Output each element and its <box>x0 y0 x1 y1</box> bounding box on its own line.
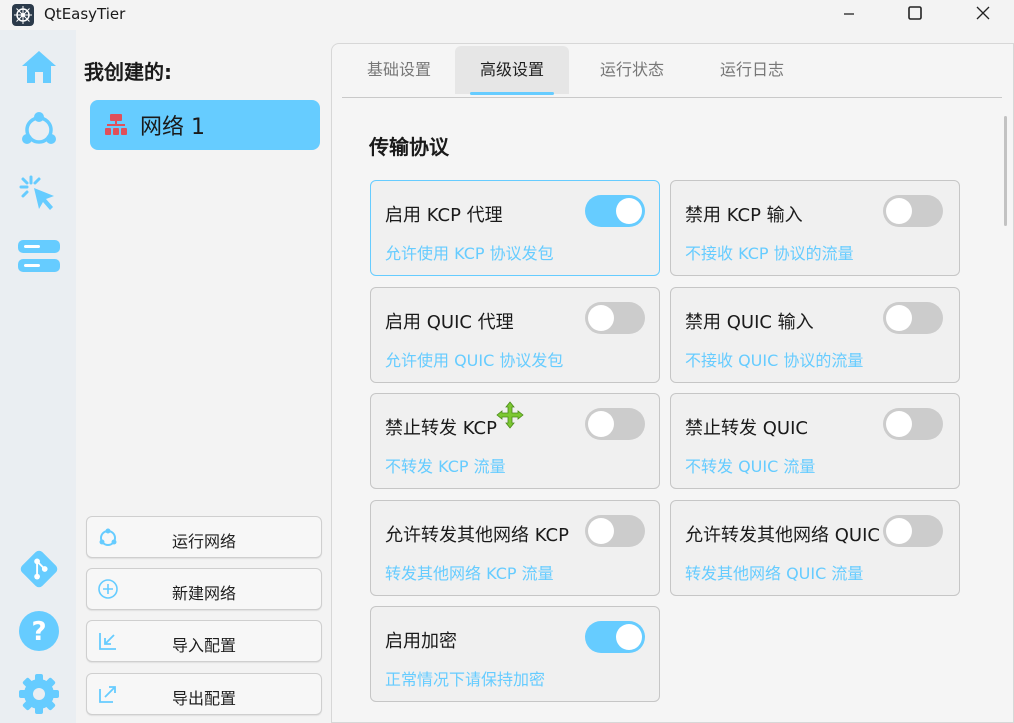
run-network-button[interactable]: 运行网络 <box>86 516 322 558</box>
network-list-item[interactable]: 网络 1 <box>90 100 320 150</box>
new-network-button[interactable]: 新建网络 <box>86 568 322 610</box>
maximize-button[interactable] <box>892 0 938 30</box>
setting-description: 允许使用 KCP 协议发包 <box>385 244 554 263</box>
disable-kcp-input-toggle[interactable] <box>883 195 943 227</box>
setting-description: 转发其他网络 KCP 流量 <box>385 564 554 583</box>
click-icon[interactable] <box>18 173 60 215</box>
maximize-icon <box>907 5 923 25</box>
close-button[interactable] <box>960 0 1006 30</box>
toggle-knob <box>588 518 614 544</box>
setting-card-allow-foreign-kcp: 允许转发其他网络 KCP 转发其他网络 KCP 流量 <box>370 500 660 596</box>
setting-description: 不转发 KCP 流量 <box>385 457 506 476</box>
enable-kcp-proxy-toggle[interactable] <box>585 195 645 227</box>
settings-panel: 基础设置 高级设置 运行状态 运行日志 传输协议 启用 KCP 代理 允许使用 … <box>331 43 1014 723</box>
toggle-knob <box>886 305 912 331</box>
network-item-label: 网络 1 <box>140 115 205 140</box>
git-icon[interactable] <box>18 548 60 590</box>
tab-divider <box>342 97 1002 98</box>
disable-kcp-forward-toggle[interactable] <box>585 408 645 440</box>
setting-description: 不转发 QUIC 流量 <box>685 457 816 476</box>
enable-encryption-toggle[interactable] <box>585 621 645 653</box>
setting-title: 禁止转发 QUIC <box>685 418 808 439</box>
setting-card-enable-quic-proxy: 启用 QUIC 代理 允许使用 QUIC 协议发包 <box>370 287 660 383</box>
network-share-icon[interactable] <box>18 108 60 150</box>
allow-foreign-kcp-toggle[interactable] <box>585 515 645 547</box>
svg-text:?: ? <box>31 617 46 647</box>
toggle-knob <box>616 198 642 224</box>
network-panel: 我创建的: 网络 1 运行网络 新建网络 导入配置 导出配置 <box>76 30 330 723</box>
toggle-knob <box>588 305 614 331</box>
setting-card-disable-quic-input: 禁用 QUIC 输入 不接收 QUIC 协议的流量 <box>670 287 960 383</box>
tab-basic-settings[interactable]: 基础设置 <box>342 46 456 94</box>
move-cursor-icon <box>496 401 524 429</box>
setting-card-enable-encryption: 启用加密 正常情况下请保持加密 <box>370 606 660 702</box>
toggle-knob <box>588 411 614 437</box>
toggle-knob <box>886 518 912 544</box>
setting-title: 启用加密 <box>385 631 457 652</box>
app-logo-icon <box>11 3 35 27</box>
setting-card-enable-kcp-proxy: 启用 KCP 代理 允许使用 KCP 协议发包 <box>370 180 660 276</box>
window-title: QtEasyTier <box>44 5 126 23</box>
network-tree-icon <box>104 113 128 137</box>
run-network-label: 运行网络 <box>171 532 236 551</box>
setting-title: 允许转发其他网络 QUIC <box>685 525 880 546</box>
export-config-label: 导出配置 <box>171 689 236 708</box>
settings-icon[interactable] <box>18 673 60 715</box>
setting-title: 禁用 KCP 输入 <box>685 205 803 226</box>
disable-quic-forward-toggle[interactable] <box>883 408 943 440</box>
setting-description: 转发其他网络 QUIC 流量 <box>685 564 864 583</box>
active-tab-indicator <box>470 92 554 95</box>
home-icon[interactable] <box>18 46 60 88</box>
setting-card-disable-quic-forward: 禁止转发 QUIC 不转发 QUIC 流量 <box>670 393 960 489</box>
scrollbar-thumb[interactable] <box>1004 116 1007 226</box>
tab-run-log[interactable]: 运行日志 <box>695 46 809 94</box>
minimize-button[interactable] <box>826 0 872 30</box>
server-icon[interactable] <box>18 235 60 277</box>
minimize-icon <box>842 6 856 25</box>
tab-run-status[interactable]: 运行状态 <box>575 46 689 94</box>
nav-rail: ? <box>0 30 76 723</box>
setting-description: 正常情况下请保持加密 <box>385 670 546 689</box>
export-config-button[interactable]: 导出配置 <box>86 673 322 715</box>
setting-title: 启用 QUIC 代理 <box>385 312 514 333</box>
close-icon <box>975 5 991 25</box>
setting-description: 允许使用 QUIC 协议发包 <box>385 351 564 370</box>
import-config-button[interactable]: 导入配置 <box>86 620 322 662</box>
help-icon[interactable]: ? <box>18 610 60 652</box>
toggle-knob <box>886 198 912 224</box>
new-network-label: 新建网络 <box>171 584 236 603</box>
setting-description: 不接收 KCP 协议的流量 <box>685 244 854 263</box>
section-title: 传输协议 <box>369 135 449 159</box>
network-list-heading: 我创建的: <box>84 60 172 84</box>
allow-foreign-quic-toggle[interactable] <box>883 515 943 547</box>
setting-title: 启用 KCP 代理 <box>385 205 503 226</box>
setting-card-allow-foreign-quic: 允许转发其他网络 QUIC 转发其他网络 QUIC 流量 <box>670 500 960 596</box>
toggle-knob <box>886 411 912 437</box>
setting-title: 禁止转发 KCP <box>385 418 497 439</box>
tab-advanced-settings[interactable]: 高级设置 <box>455 46 569 94</box>
setting-description: 不接收 QUIC 协议的流量 <box>685 351 864 370</box>
setting-title: 允许转发其他网络 KCP <box>385 525 569 546</box>
toggle-knob <box>616 624 642 650</box>
setting-title: 禁用 QUIC 输入 <box>685 312 814 333</box>
import-config-label: 导入配置 <box>171 636 236 655</box>
tab-bar: 基础设置 高级设置 运行状态 运行日志 <box>342 46 1002 96</box>
disable-quic-input-toggle[interactable] <box>883 302 943 334</box>
setting-card-disable-kcp-input: 禁用 KCP 输入 不接收 KCP 协议的流量 <box>670 180 960 276</box>
enable-quic-proxy-toggle[interactable] <box>585 302 645 334</box>
title-bar: QtEasyTier <box>0 0 1014 30</box>
